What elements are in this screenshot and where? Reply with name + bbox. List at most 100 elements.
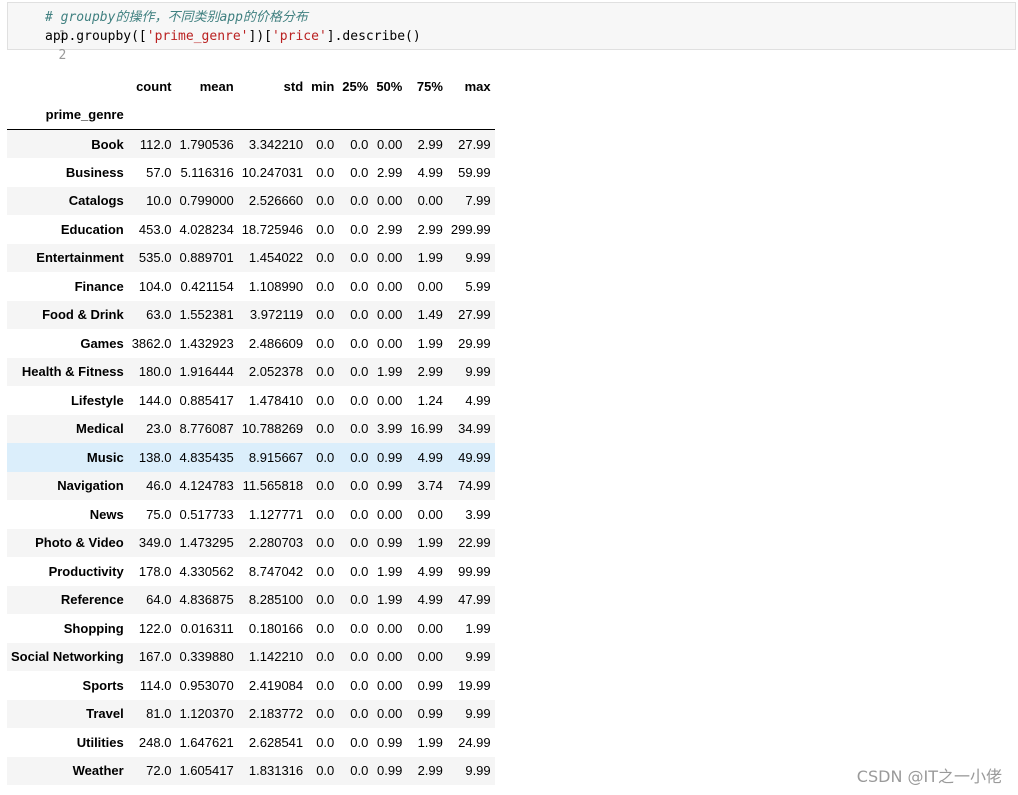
row-index-label: Weather xyxy=(72,763,124,779)
table-cell: 2.419084 xyxy=(248,677,304,693)
code-string: 'prime_genre' xyxy=(146,29,249,44)
table-cell: 0.99 xyxy=(417,706,443,722)
table-cell: 27.99 xyxy=(458,307,491,323)
row-index-label: Business xyxy=(65,164,124,180)
table-cell: 180.0 xyxy=(138,364,172,380)
table-row: Entertainment 535.0 0.889701 1.454022 0.0 0.0… xyxy=(7,243,495,272)
table-cell: 3.99 xyxy=(465,506,491,522)
row-index-label: Photo & Video xyxy=(35,535,124,551)
describe-output-table: count mean std min 25% 50% 75% max prime… xyxy=(7,72,495,785)
table-row: Catalogs 10.0 0.799000 2.526660 0.0 0.0 0.00 0.… xyxy=(7,186,495,215)
table-cell: 0.00 xyxy=(417,193,443,209)
code-token: app.groupby([ xyxy=(45,29,147,44)
table-row: News 75.0 0.517733 1.127771 0.0 0.0 0.00 0.00 3.… xyxy=(7,500,495,529)
table-cell: 8.915667 xyxy=(248,449,304,465)
table-cell: 4.99 xyxy=(417,164,443,180)
table-cell: 0.0 xyxy=(316,421,335,437)
table-cell: 122.0 xyxy=(138,620,172,636)
table-row: Lifestyle 144.0 0.885417 1.478410 0.0 0.0 0.00… xyxy=(7,386,495,415)
table-cell: 2.280703 xyxy=(248,535,304,551)
table-cell: 64.0 xyxy=(146,592,172,608)
table-cell: 0.0 xyxy=(350,706,369,722)
row-index-label: Reference xyxy=(60,592,124,608)
table-cell: 0.016311 xyxy=(180,620,234,636)
table-cell: 3.342210 xyxy=(248,136,304,152)
table-cell: 19.99 xyxy=(458,677,491,693)
table-cell: 9.99 xyxy=(465,250,491,266)
table-cell: 2.99 xyxy=(417,136,443,152)
table-row: Weather 72.0 1.605417 1.831316 0.0 0.0 0.99 2.9… xyxy=(7,756,495,785)
column-header-max: max xyxy=(464,78,491,94)
table-cell: 2.526660 xyxy=(248,193,304,209)
table-cell: 0.180166 xyxy=(248,620,304,636)
table-cell: 3.99 xyxy=(377,421,403,437)
table-cell: 0.0 xyxy=(316,193,335,209)
table-row: Food & Drink 63.0 1.552381 3.972119 0.0 0.0 0.… xyxy=(7,300,495,329)
table-cell: 0.0 xyxy=(350,763,369,779)
table-cell: 0.00 xyxy=(417,278,443,294)
index-name-row: prime_genre xyxy=(7,100,495,130)
table-cell: 10.247031 xyxy=(241,164,304,180)
table-cell: 1.99 xyxy=(417,250,443,266)
table-cell: 0.0 xyxy=(350,563,369,579)
table-row: Social Networking 167.0 0.339880 1.142210 0.… xyxy=(7,642,495,671)
table-cell: 2.99 xyxy=(377,221,403,237)
table-cell: 0.0 xyxy=(316,221,335,237)
table-cell: 0.00 xyxy=(377,649,403,665)
table-cell: 9.99 xyxy=(465,763,491,779)
code-token: ])[ xyxy=(248,29,272,44)
row-index-label: Lifestyle xyxy=(70,392,124,408)
table-cell: 0.00 xyxy=(377,335,403,351)
row-index-label: Medical xyxy=(76,421,124,437)
row-index-label: Food & Drink xyxy=(42,307,124,323)
table-cell: 0.99 xyxy=(377,478,403,494)
table-cell: 453.0 xyxy=(138,221,172,237)
table-cell: 2.99 xyxy=(417,763,443,779)
table-cell: 1.24 xyxy=(417,392,443,408)
row-index-label: Health & Fitness xyxy=(21,364,124,380)
table-cell: 2.99 xyxy=(417,364,443,380)
table-cell: 144.0 xyxy=(138,392,172,408)
table-cell: 1.605417 xyxy=(179,763,234,779)
table-cell: 0.0 xyxy=(350,734,369,750)
table-row: Navigation 46.0 4.124783 11.565818 0.0 0.0 0.9… xyxy=(7,471,495,500)
table-cell: 0.0 xyxy=(350,364,369,380)
column-header-row: count mean std min 25% 50% 75% max xyxy=(7,72,495,100)
table-cell: 1.127771 xyxy=(248,506,304,522)
table-cell: 0.0 xyxy=(316,478,335,494)
table-cell: 2.052378 xyxy=(248,364,304,380)
row-index-label: Productivity xyxy=(48,563,124,579)
row-index-label: Music xyxy=(86,449,124,465)
table-cell: 0.0 xyxy=(350,677,369,693)
column-header-std: std xyxy=(283,78,304,94)
table-row: Travel 81.0 1.120370 2.183772 0.0 0.0 0.00 0.99… xyxy=(7,699,495,728)
table-cell: 0.889701 xyxy=(179,250,234,266)
row-index-label: Entertainment xyxy=(36,250,124,266)
table-cell: 0.0 xyxy=(350,421,369,437)
line-number: 2 xyxy=(58,48,67,63)
table-cell: 1.454022 xyxy=(248,250,304,266)
table-cell: 0.0 xyxy=(316,734,335,750)
table-cell: 0.0 xyxy=(316,392,335,408)
table-cell: 3.972119 xyxy=(249,307,304,323)
table-cell: 18.725946 xyxy=(241,221,304,237)
table-cell: 3862.0 xyxy=(131,335,172,351)
table-cell: 0.00 xyxy=(417,649,443,665)
table-row: Sports 114.0 0.953070 2.419084 0.0 0.0 0.00 0.9… xyxy=(7,671,495,700)
table-row: Education 453.0 4.028234 18.725946 0.0 0.0 2.9… xyxy=(7,215,495,244)
table-cell: 1.552381 xyxy=(179,307,234,323)
table-cell: 0.0 xyxy=(350,136,369,152)
table-cell: 34.99 xyxy=(458,421,491,437)
table-cell: 63.0 xyxy=(146,307,172,323)
table-cell: 0.0 xyxy=(316,506,335,522)
table-row: Health & Fitness 180.0 1.916444 2.052378 0.0… xyxy=(7,357,495,386)
table-cell: 2.99 xyxy=(417,221,443,237)
table-cell: 27.99 xyxy=(458,136,491,152)
table-row: Photo & Video 349.0 1.473295 2.280703 0.0 0.0… xyxy=(7,528,495,557)
table-cell: 0.0 xyxy=(350,535,369,551)
table-cell: 0.00 xyxy=(377,392,403,408)
table-cell: 75.0 xyxy=(146,506,172,522)
table-cell: 0.517733 xyxy=(179,506,234,522)
code-cell-input[interactable]: 1 # groupby的操作，不同类别app的价格分布 2 app.groupb… xyxy=(7,2,1016,63)
table-cell: 0.00 xyxy=(377,250,403,266)
